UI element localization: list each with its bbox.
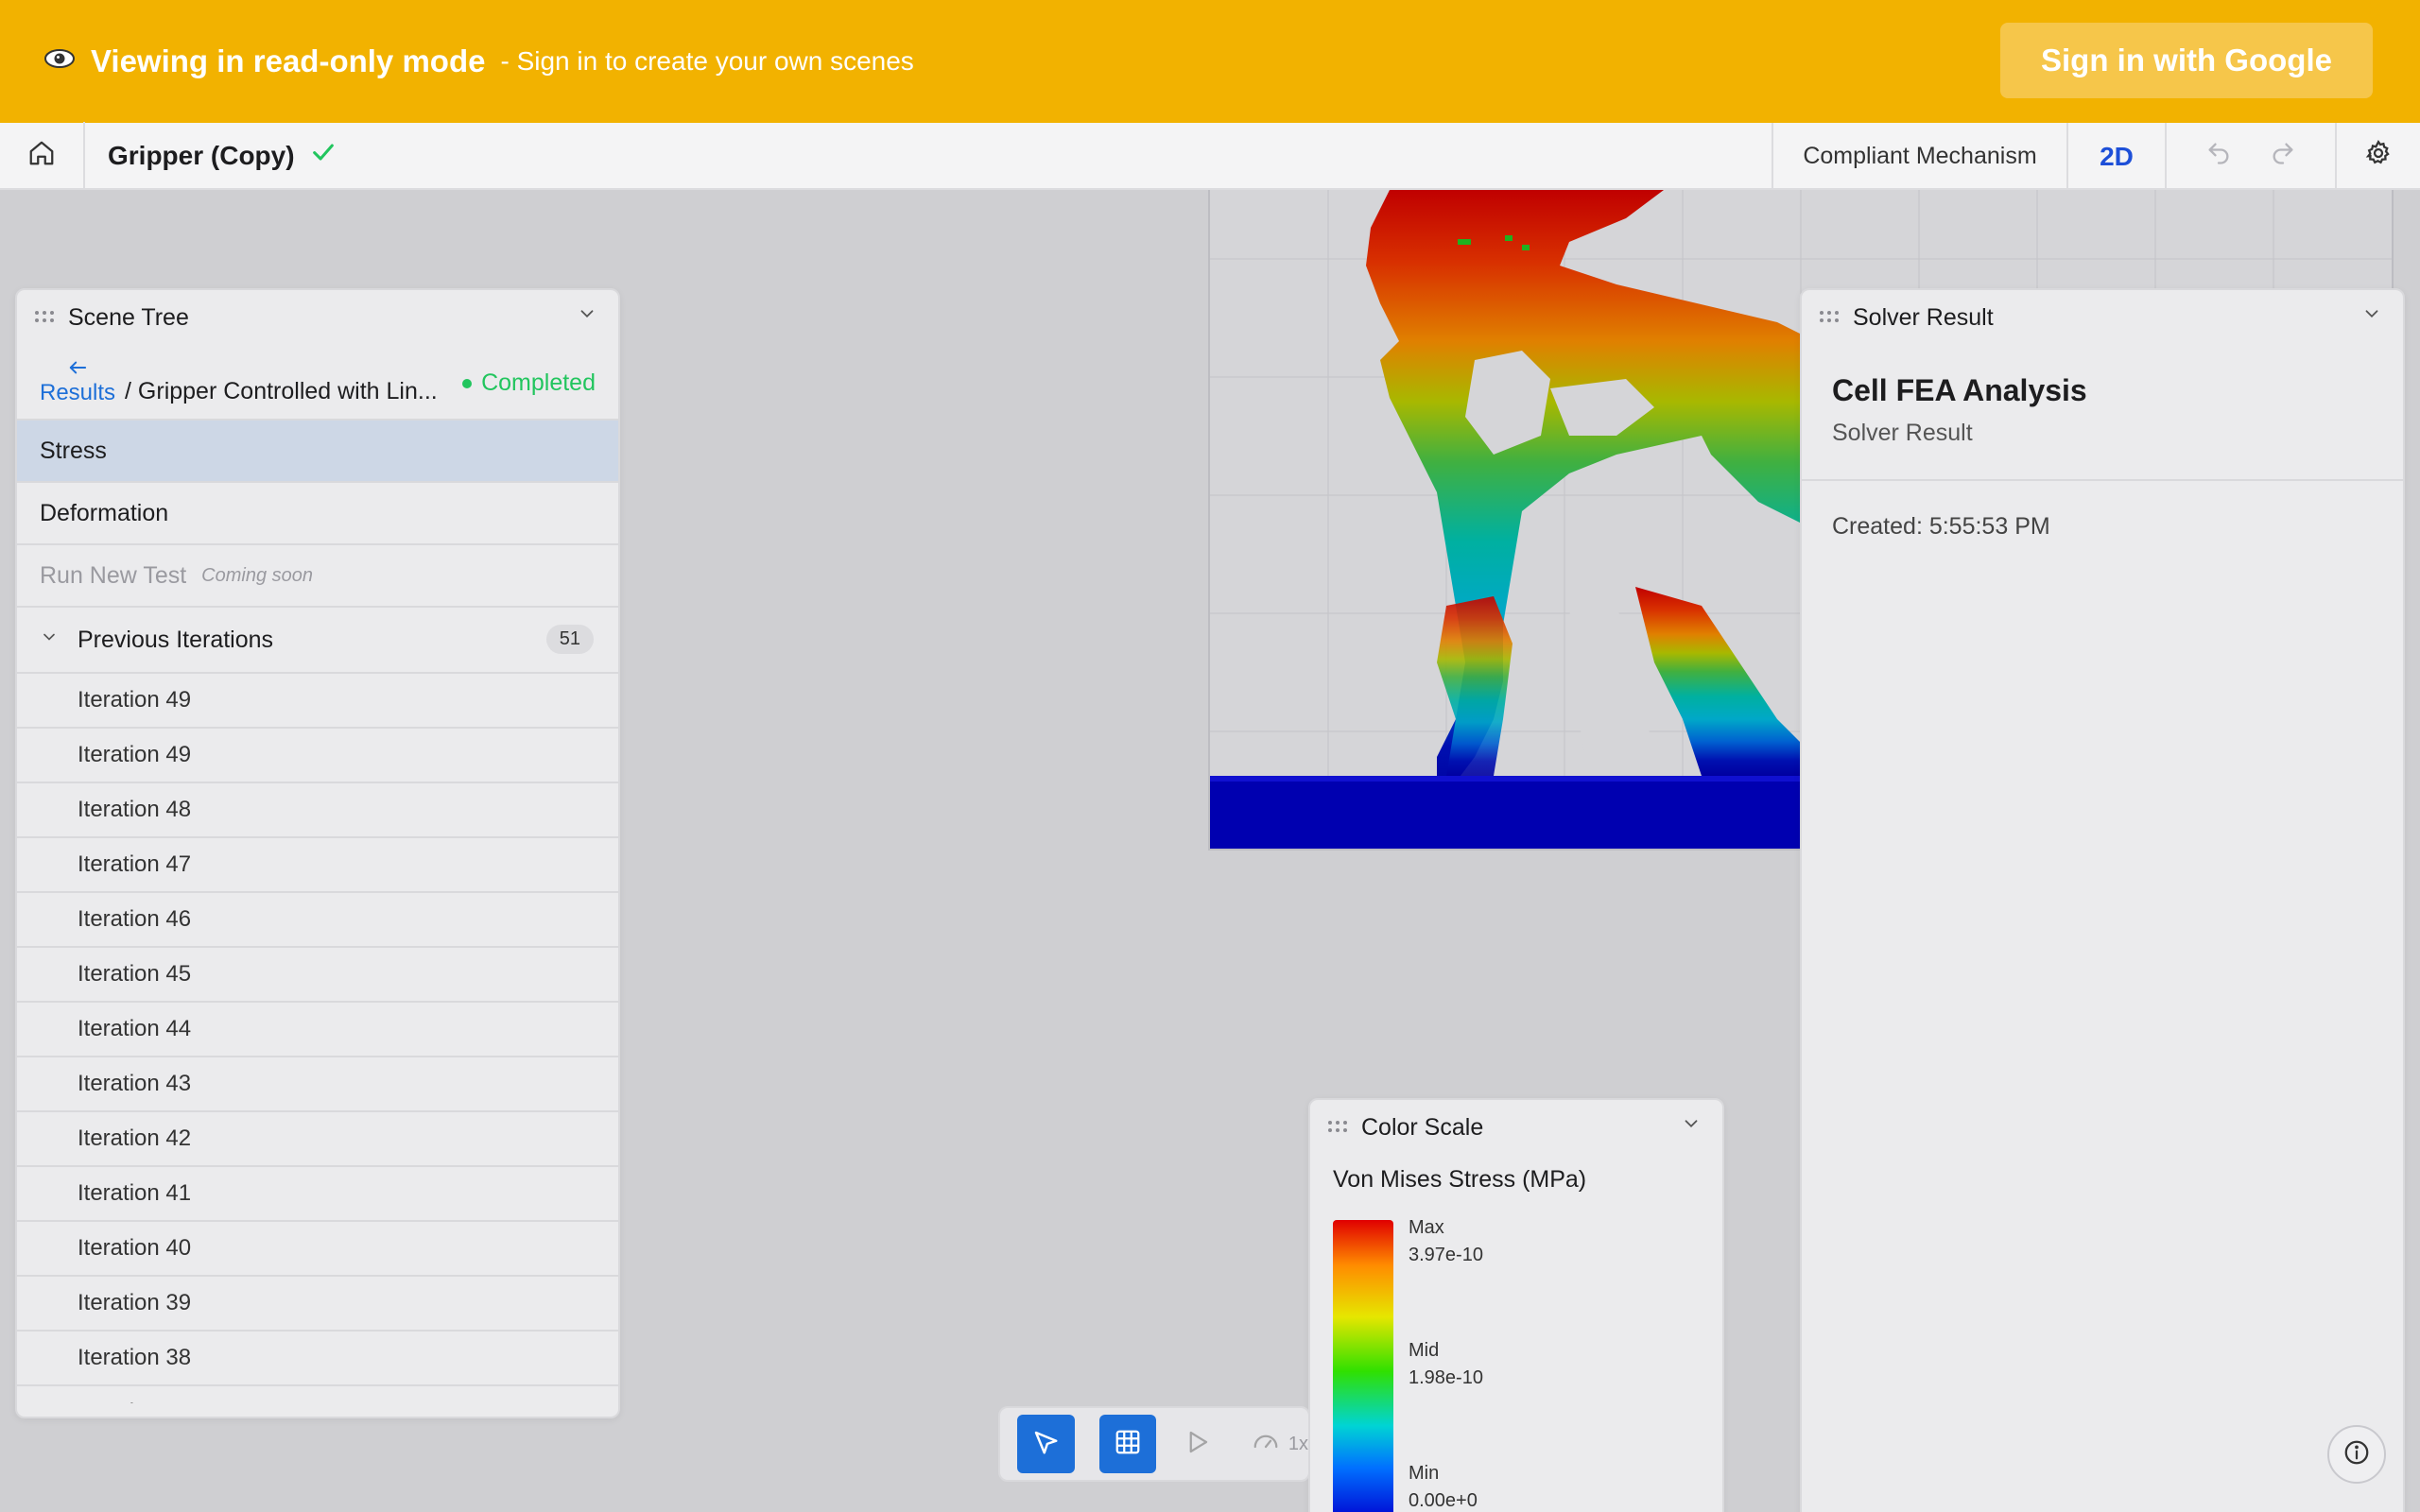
color-gradient-bar — [1333, 1220, 1393, 1512]
undo-redo-group — [2165, 123, 2335, 190]
view-2d-toggle[interactable]: 2D — [2066, 123, 2165, 190]
iteration-item[interactable]: Iteration 41 — [17, 1167, 618, 1222]
solver-result-title: Solver Result — [1853, 303, 1994, 331]
analysis-heading: Cell FEA Analysis — [1832, 373, 2087, 407]
select-tool-button[interactable] — [1017, 1415, 1075, 1473]
eye-icon — [43, 45, 81, 77]
solver-result-header[interactable]: Solver Result — [1802, 290, 2403, 345]
solver-result-panel: Solver Result Cell FEA Analysis Solver R… — [1800, 288, 2405, 1512]
created-timestamp: Created: 5:55:53 PM — [1832, 513, 2050, 540]
chevron-down-icon — [40, 627, 78, 652]
mechanism-mode-button[interactable]: Compliant Mechanism — [1772, 123, 2066, 190]
saved-check-icon — [310, 139, 337, 173]
color-scale-quantity: Von Mises Stress (MPa) — [1333, 1166, 1587, 1193]
iteration-item[interactable]: Iteration 48 — [17, 783, 618, 838]
iteration-item[interactable]: Iteration 49 — [17, 674, 618, 729]
iteration-item[interactable]: Iteration 42 — [17, 1112, 618, 1167]
chevron-down-icon[interactable] — [2361, 303, 2382, 330]
scene-tree-header[interactable]: Scene Tree — [17, 290, 618, 345]
home-button[interactable] — [0, 122, 85, 189]
chevron-down-icon[interactable] — [1681, 1113, 1702, 1140]
iteration-item[interactable]: Iteration 45 — [17, 948, 618, 1003]
result-item-deformation[interactable]: Deformation — [17, 483, 618, 545]
banner-title: Viewing in read-only mode — [91, 43, 486, 78]
coming-soon-note: Coming soon — [201, 564, 314, 586]
banner-subtitle: - Sign in to create your own scenes — [500, 46, 914, 76]
scale-min: Min 0.00e+0 — [1409, 1460, 1478, 1512]
drag-handle-icon[interactable] — [34, 307, 68, 329]
grid-tool-button[interactable] — [1098, 1415, 1157, 1473]
scale-min-label: Min — [1409, 1463, 1440, 1484]
info-icon — [2342, 1438, 2371, 1471]
chevron-down-icon[interactable] — [577, 303, 597, 330]
scale-max: Max 3.97e-10 — [1409, 1214, 1483, 1269]
iteration-item[interactable]: Iteration 38 — [17, 1332, 618, 1386]
top-toolbar: Gripper (Copy) Compliant Mechanism 2D — [0, 122, 2420, 190]
scale-mid-label: Mid — [1409, 1340, 1440, 1361]
scene-tree-panel: Scene Tree Results / Gripper Controlled … — [15, 288, 620, 1418]
color-scale-title: Color Scale — [1361, 1113, 1484, 1141]
iteration-item[interactable]: Iteration 46 — [17, 893, 618, 948]
iteration-count-badge: 51 — [545, 625, 594, 654]
iteration-item[interactable]: Iteration 47 — [17, 838, 618, 893]
breadcrumb-path: / Gripper Controlled with Lin... — [125, 377, 438, 404]
iteration-item[interactable]: Iteration 44 — [17, 1003, 618, 1057]
color-scale-legend: Max 3.97e-10 Mid 1.98e-10 Min 0.00e+0 — [1310, 1194, 1722, 1512]
speed-button[interactable] — [1236, 1415, 1294, 1473]
gear-icon — [2364, 139, 2393, 174]
gauge-icon — [1252, 1428, 1280, 1461]
sign-in-google-button[interactable]: Sign in with Google — [2000, 23, 2373, 98]
solver-summary: Cell FEA Analysis Solver Result — [1802, 345, 2403, 481]
home-icon — [27, 139, 56, 172]
iteration-item[interactable]: Iteration 49 — [17, 729, 618, 783]
redo-icon[interactable] — [2270, 140, 2296, 174]
undo-icon[interactable] — [2205, 140, 2232, 174]
scale-min-value: 0.00e+0 — [1409, 1490, 1478, 1511]
iteration-item[interactable]: Iteration 40 — [17, 1222, 618, 1277]
arrow-left-icon — [67, 358, 88, 381]
scene-tree-title: Scene Tree — [68, 303, 189, 331]
iteration-item[interactable]: Iteration 43 — [17, 1057, 618, 1112]
settings-button[interactable] — [2335, 123, 2420, 190]
drag-handle-icon[interactable] — [1819, 307, 1853, 329]
iteration-item[interactable]: Iteration 37 — [17, 1386, 618, 1403]
back-to-results-link[interactable]: Results — [40, 358, 115, 406]
previous-iterations-label: Previous Iterations — [78, 626, 274, 653]
play-icon — [1183, 1428, 1211, 1461]
run-new-test-item: Run New Test Coming soon — [17, 545, 618, 608]
scale-mid: Mid 1.98e-10 — [1409, 1337, 1483, 1392]
viewport-tools: 1x — [998, 1406, 1310, 1482]
result-item-stress[interactable]: Stress — [17, 421, 618, 483]
scale-max-value: 3.97e-10 — [1409, 1245, 1483, 1265]
color-scale-panel: Color Scale Von Mises Stress (MPa) Max 3… — [1308, 1098, 1724, 1512]
previous-iterations-toggle[interactable]: Previous Iterations 51 — [17, 608, 618, 674]
grid-icon — [1114, 1428, 1142, 1461]
breadcrumb: Results / Gripper Controlled with Lin...… — [17, 345, 618, 421]
status-dot — [462, 378, 473, 388]
scale-mid-value: 1.98e-10 — [1409, 1367, 1483, 1388]
analysis-subheading: Solver Result — [1832, 420, 1973, 446]
status-badge: Completed — [462, 369, 596, 397]
scene-title: Gripper (Copy) — [108, 140, 295, 170]
info-button[interactable] — [2327, 1425, 2386, 1484]
cursor-icon — [1031, 1428, 1060, 1461]
iteration-list[interactable]: Iteration 49 Iteration 49 Iteration 48 I… — [17, 674, 618, 1403]
run-new-test-label: Run New Test — [40, 561, 187, 589]
iteration-item[interactable]: Iteration 39 — [17, 1277, 618, 1332]
drag-handle-icon[interactable] — [1327, 1117, 1361, 1139]
read-only-banner: Viewing in read-only mode - Sign in to c… — [0, 0, 2420, 123]
back-label: Results — [40, 379, 116, 405]
status-text: Completed — [481, 369, 596, 396]
scale-max-label: Max — [1409, 1217, 1444, 1238]
play-button[interactable] — [1167, 1415, 1225, 1473]
color-scale-header[interactable]: Color Scale — [1310, 1100, 1722, 1155]
